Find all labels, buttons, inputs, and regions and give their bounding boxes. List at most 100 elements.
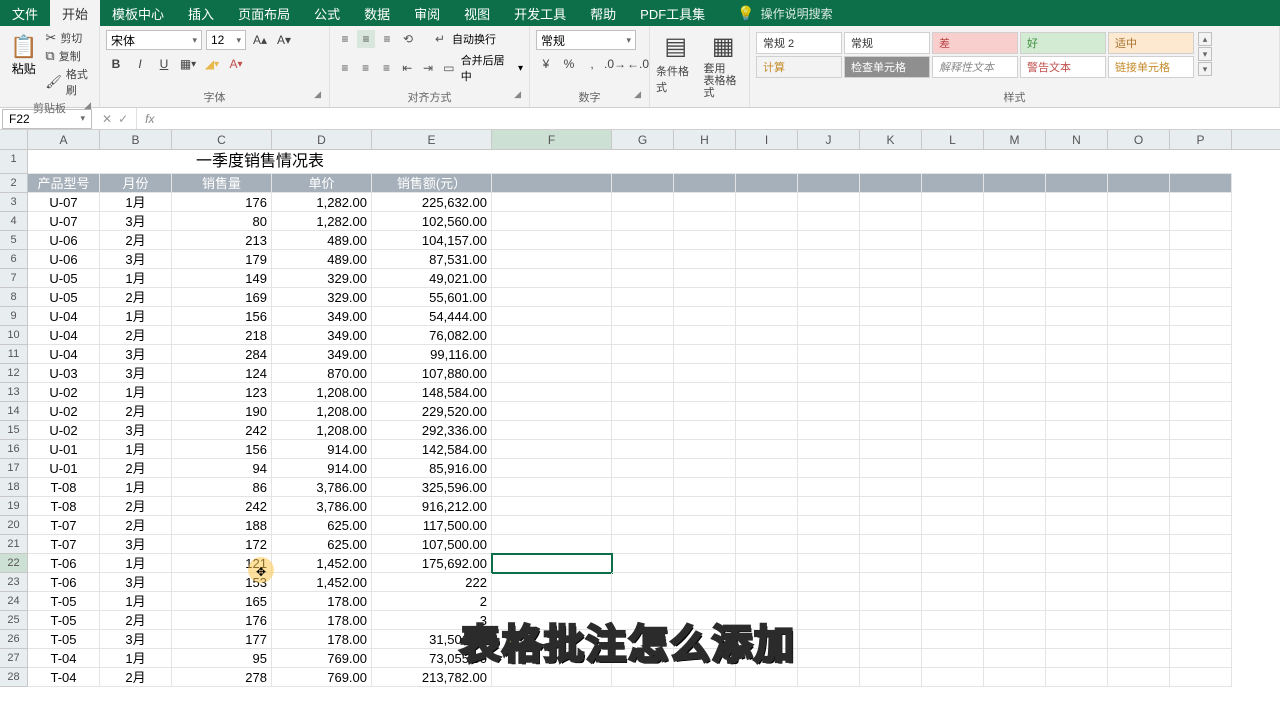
cell[interactable]	[492, 478, 612, 497]
cell[interactable]: 2	[372, 592, 492, 611]
cell[interactable]: 148,584.00	[372, 383, 492, 402]
cell[interactable]	[860, 288, 922, 307]
cell[interactable]	[612, 212, 674, 231]
row-header[interactable]: 19	[0, 497, 28, 516]
cell[interactable]: 54,444.00	[372, 307, 492, 326]
cell[interactable]	[674, 326, 736, 345]
col-header-L[interactable]: L	[922, 130, 984, 149]
cell[interactable]	[1108, 288, 1170, 307]
row-header[interactable]: 2	[0, 174, 28, 193]
decrease-font-button[interactable]: A▾	[274, 30, 294, 50]
cell[interactable]: 489.00	[272, 250, 372, 269]
cell[interactable]	[1108, 383, 1170, 402]
cell[interactable]	[612, 611, 674, 630]
scroll-up-icon[interactable]: ▴	[1198, 32, 1212, 46]
cell[interactable]	[612, 649, 674, 668]
italic-button[interactable]: I	[130, 54, 150, 74]
cell[interactable]	[1108, 250, 1170, 269]
cell[interactable]: U-06	[28, 231, 100, 250]
cell[interactable]: 349.00	[272, 326, 372, 345]
cell[interactable]	[922, 383, 984, 402]
row-header[interactable]: 5	[0, 231, 28, 250]
cell[interactable]	[492, 364, 612, 383]
cell[interactable]: 2月	[100, 288, 172, 307]
cell[interactable]	[798, 231, 860, 250]
cell[interactable]	[1046, 573, 1108, 592]
cell[interactable]	[984, 383, 1046, 402]
cell[interactable]	[860, 364, 922, 383]
row-header[interactable]: 21	[0, 535, 28, 554]
cell[interactable]	[1046, 288, 1108, 307]
row-header[interactable]: 15	[0, 421, 28, 440]
cell[interactable]	[1046, 478, 1108, 497]
cell[interactable]	[612, 573, 674, 592]
sheet-title[interactable]: 一季度销售情况表	[28, 150, 492, 174]
cell[interactable]: 3月	[100, 535, 172, 554]
cell[interactable]	[1108, 668, 1170, 687]
cell[interactable]	[984, 478, 1046, 497]
menu-插入[interactable]: 插入	[176, 0, 226, 26]
cell[interactable]	[1108, 402, 1170, 421]
cell[interactable]: 176	[172, 193, 272, 212]
cell[interactable]	[922, 649, 984, 668]
cell[interactable]	[492, 630, 612, 649]
cell[interactable]	[860, 573, 922, 592]
cell[interactable]	[860, 250, 922, 269]
cell[interactable]	[736, 307, 798, 326]
cell[interactable]	[922, 307, 984, 326]
cell[interactable]	[798, 212, 860, 231]
cell[interactable]	[492, 250, 612, 269]
cell[interactable]: 156	[172, 440, 272, 459]
dialog-launcher-icon[interactable]: ◢	[84, 100, 91, 111]
cell[interactable]	[736, 668, 798, 687]
cell[interactable]: 3月	[100, 630, 172, 649]
menu-审阅[interactable]: 审阅	[402, 0, 452, 26]
cell[interactable]: 292,336.00	[372, 421, 492, 440]
col-header-O[interactable]: O	[1108, 130, 1170, 149]
cell[interactable]: 222	[372, 573, 492, 592]
align-bottom-button[interactable]: ≡	[378, 30, 396, 48]
cell[interactable]	[798, 649, 860, 668]
cell[interactable]: U-01	[28, 459, 100, 478]
cell[interactable]	[492, 383, 612, 402]
cell[interactable]	[860, 440, 922, 459]
cell[interactable]	[736, 516, 798, 535]
cell[interactable]	[860, 554, 922, 573]
cell[interactable]	[674, 383, 736, 402]
col-header-B[interactable]: B	[100, 130, 172, 149]
cell[interactable]	[984, 668, 1046, 687]
number-format-combo[interactable]: 常规▾	[536, 30, 636, 50]
accept-formula-icon[interactable]: ✓	[118, 112, 128, 126]
cell[interactable]	[798, 592, 860, 611]
cell[interactable]: 172	[172, 535, 272, 554]
cell[interactable]	[1170, 573, 1232, 592]
cell[interactable]: 169	[172, 288, 272, 307]
cell[interactable]: 1月	[100, 592, 172, 611]
align-left-button[interactable]: ≡	[336, 59, 354, 77]
font-name-combo[interactable]: 宋体▾	[106, 30, 202, 50]
cell[interactable]	[492, 459, 612, 478]
cell[interactable]: T-07	[28, 516, 100, 535]
cell[interactable]	[860, 345, 922, 364]
cell[interactable]	[984, 307, 1046, 326]
cell[interactable]	[1170, 611, 1232, 630]
cell[interactable]	[612, 288, 674, 307]
cell[interactable]: U-05	[28, 288, 100, 307]
cell[interactable]: 178.00	[272, 630, 372, 649]
cell[interactable]	[984, 345, 1046, 364]
col-header-G[interactable]: G	[612, 130, 674, 149]
cell[interactable]: 2月	[100, 611, 172, 630]
cell[interactable]	[612, 497, 674, 516]
cell[interactable]	[1046, 421, 1108, 440]
cell[interactable]: 625.00	[272, 535, 372, 554]
cell[interactable]: T-08	[28, 478, 100, 497]
row-header[interactable]: 9	[0, 307, 28, 326]
scroll-down-icon[interactable]: ▾	[1198, 47, 1212, 61]
cell[interactable]	[798, 307, 860, 326]
menu-开发工具[interactable]: 开发工具	[502, 0, 578, 26]
cell[interactable]	[922, 150, 984, 174]
cell[interactable]	[736, 364, 798, 383]
cell[interactable]	[922, 554, 984, 573]
cell[interactable]	[1170, 535, 1232, 554]
cell[interactable]	[1046, 459, 1108, 478]
